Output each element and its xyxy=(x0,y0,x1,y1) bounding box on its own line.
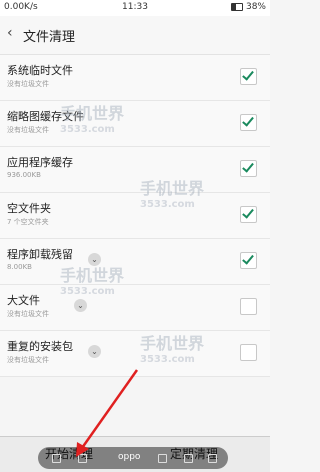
annotation-arrow xyxy=(76,369,139,457)
